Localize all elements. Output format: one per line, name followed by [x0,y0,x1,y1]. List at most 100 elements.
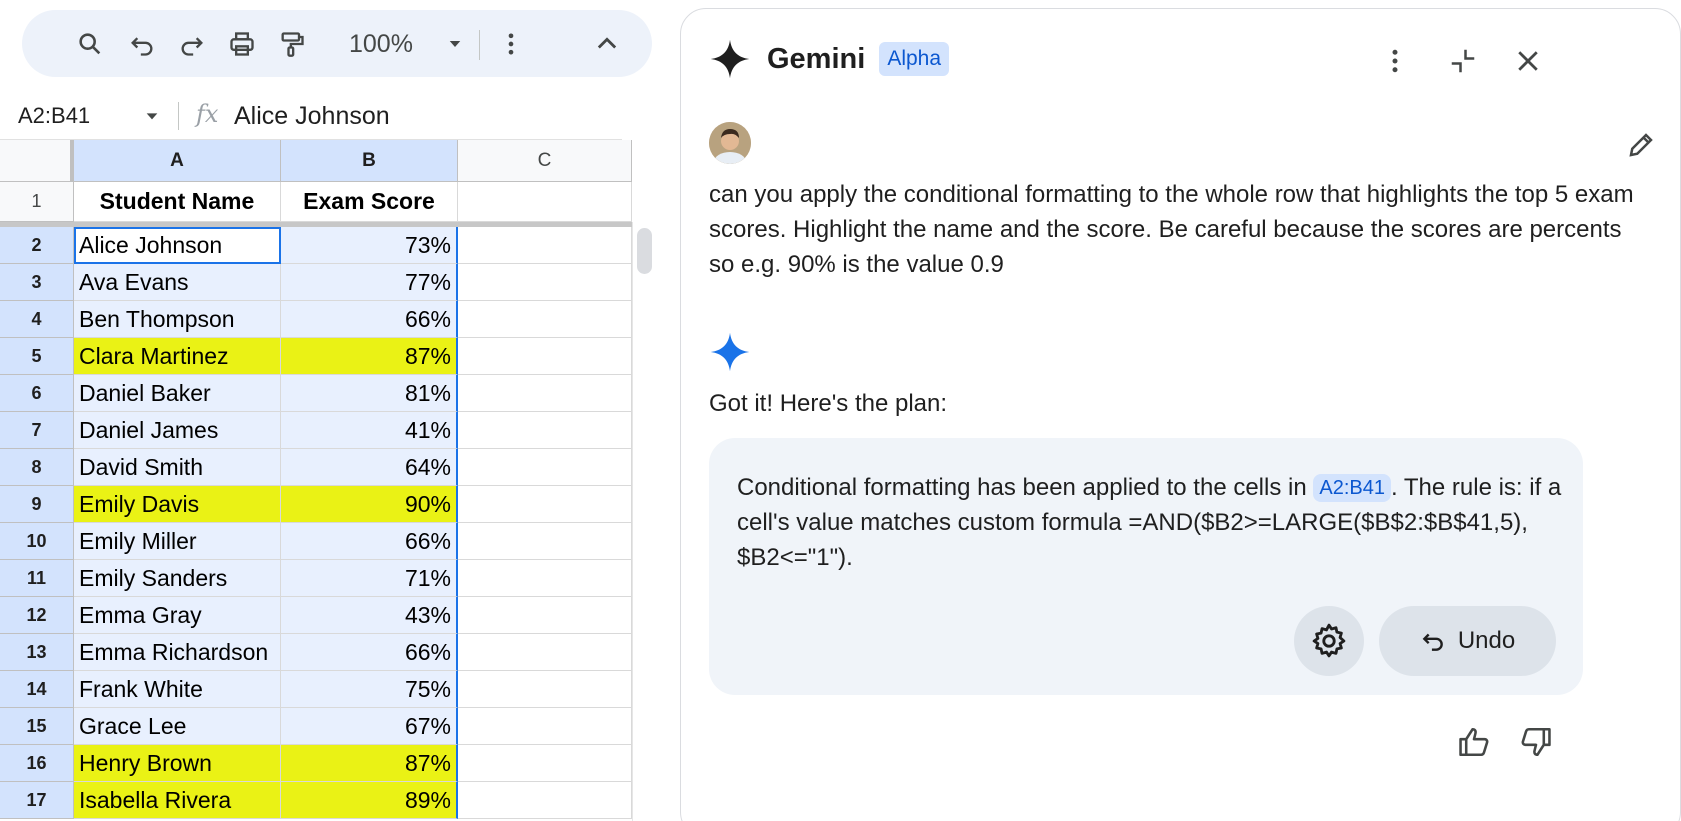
thumbs-down-icon[interactable] [1516,722,1556,762]
close-icon[interactable] [1506,39,1550,83]
chevron-up-icon[interactable] [585,22,629,66]
cell-student-name[interactable]: Isabella Rivera [74,782,281,819]
cell-empty[interactable] [458,486,632,523]
cell-student-name[interactable]: Clara Martinez [74,338,281,375]
cell-exam-score[interactable]: 89% [281,782,458,819]
cell-header-exam-score[interactable]: Exam Score [281,182,458,222]
cell-student-name[interactable]: Emma Gray [74,597,281,634]
cell-empty[interactable] [458,301,632,338]
print-icon[interactable] [220,22,264,66]
cell-student-name[interactable]: Alice Johnson [74,227,281,264]
redo-icon[interactable] [170,22,214,66]
pencil-icon[interactable] [1621,125,1661,165]
cell-exam-score[interactable]: 66% [281,301,458,338]
row-header[interactable]: 10 [0,523,74,560]
cell-student-name[interactable]: Ben Thompson [74,301,281,338]
row-header[interactable]: 4 [0,301,74,338]
cell-student-name[interactable]: Emily Sanders [74,560,281,597]
row-header[interactable]: 15 [0,708,74,745]
user-prompt-message: can you apply the conditional formatting… [709,181,1634,278]
formula-input[interactable]: Alice Johnson [234,92,390,140]
settings-button[interactable] [1294,606,1364,676]
collapse-icon[interactable] [1441,39,1485,83]
cell-exam-score[interactable]: 71% [281,560,458,597]
row-header[interactable]: 8 [0,449,74,486]
row-header[interactable]: 6 [0,375,74,412]
cell-empty[interactable] [458,182,632,222]
cell-exam-score[interactable]: 73% [281,227,458,264]
cell-student-name[interactable]: Daniel James [74,412,281,449]
cell-exam-score[interactable]: 66% [281,523,458,560]
row-header[interactable]: 14 [0,671,74,708]
row-header[interactable]: 16 [0,745,74,782]
undo-button[interactable]: Undo [1379,606,1556,676]
row-header[interactable]: 1 [0,182,74,222]
thumbs-up-icon[interactable] [1454,722,1494,762]
cell-empty[interactable] [458,338,632,375]
search-icon[interactable] [68,22,112,66]
row-header[interactable]: 11 [0,560,74,597]
chevron-down-icon[interactable] [440,22,470,66]
row-header[interactable]: 3 [0,264,74,301]
cell-exam-score[interactable]: 67% [281,708,458,745]
chevron-down-icon[interactable] [138,102,166,130]
cell-exam-score[interactable]: 90% [281,486,458,523]
cell-exam-score[interactable]: 87% [281,745,458,782]
select-all-corner[interactable] [0,140,74,182]
cell-empty[interactable] [458,375,632,412]
cell-student-name[interactable]: Emily Miller [74,523,281,560]
cell-exam-score[interactable]: 81% [281,375,458,412]
row-header[interactable]: 7 [0,412,74,449]
result-text-before: Conditional formatting has been applied … [737,474,1314,501]
name-box[interactable]: A2:B41 [18,92,90,140]
row-header[interactable]: 9 [0,486,74,523]
cell-student-name[interactable]: Frank White [74,671,281,708]
cell-empty[interactable] [458,634,632,671]
cell-exam-score[interactable]: 75% [281,671,458,708]
row-header[interactable]: 13 [0,634,74,671]
column-header-a[interactable]: A [74,140,281,182]
cell-student-name[interactable]: Emma Richardson [74,634,281,671]
cell-empty[interactable] [458,782,632,819]
cell-exam-score[interactable]: 87% [281,338,458,375]
cell-exam-score[interactable]: 64% [281,449,458,486]
range-chip[interactable]: A2:B41 [1313,474,1391,502]
cell-student-name[interactable]: David Smith [74,449,281,486]
cell-empty[interactable] [458,227,632,264]
cell-empty[interactable] [458,523,632,560]
cell-empty[interactable] [458,449,632,486]
cell-empty[interactable] [458,264,632,301]
more-vert-icon[interactable] [489,22,533,66]
cell-exam-score[interactable]: 41% [281,412,458,449]
gemini-header: Gemini Alpha [709,37,950,81]
cell-student-name[interactable]: Grace Lee [74,708,281,745]
gemini-logo-icon [710,39,750,79]
more-vert-icon[interactable] [1373,39,1417,83]
undo-icon[interactable] [120,22,164,66]
row-header[interactable]: 17 [0,782,74,819]
cell-empty[interactable] [458,745,632,782]
cell-student-name[interactable]: Emily Davis [74,486,281,523]
row-header[interactable]: 5 [0,338,74,375]
cell-exam-score[interactable]: 66% [281,634,458,671]
cell-exam-score[interactable]: 77% [281,264,458,301]
cell-student-name[interactable]: Daniel Baker [74,375,281,412]
cell-student-name[interactable]: Ava Evans [74,264,281,301]
column-header-b[interactable]: B [281,140,458,182]
row-header[interactable]: 12 [0,597,74,634]
cell-empty[interactable] [458,708,632,745]
cell-empty[interactable] [458,597,632,634]
vertical-scrollbar[interactable] [632,222,656,821]
cell-empty[interactable] [458,412,632,449]
column-header-c[interactable]: C [458,140,632,182]
cell-student-name[interactable]: Henry Brown [74,745,281,782]
row-header[interactable]: 2 [0,227,74,264]
cell-empty[interactable] [458,671,632,708]
scrollbar-thumb[interactable] [637,228,652,274]
cell-exam-score[interactable]: 43% [281,597,458,634]
cell-empty[interactable] [458,560,632,597]
paint-format-icon[interactable] [270,22,314,66]
cell-header-student-name[interactable]: Student Name [74,182,281,222]
zoom-select[interactable]: 100% [349,22,413,66]
table-row: 13 Emma Richardson 66% [0,634,632,671]
